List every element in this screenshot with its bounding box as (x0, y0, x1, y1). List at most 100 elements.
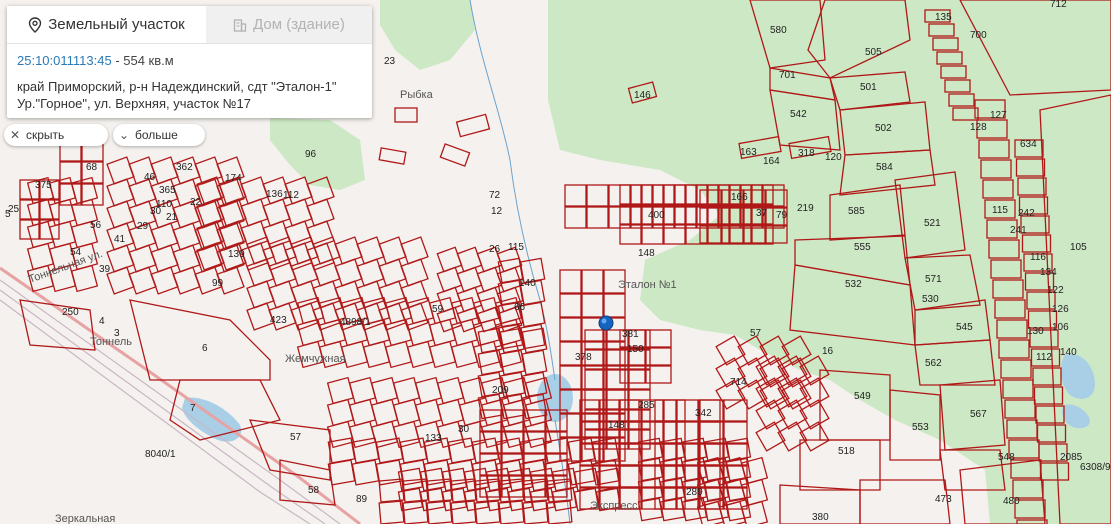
parcel-number-label: 59 (432, 304, 444, 315)
parcel-number-label: 242 (1018, 208, 1035, 219)
parcel-number-label: 530 (922, 294, 939, 305)
parcel-number-label: 120 (825, 152, 842, 163)
parcel-number-label: 89 (356, 494, 368, 505)
parcel-number-label: 136 (266, 189, 283, 200)
hide-button-label: скрыть (26, 128, 65, 142)
parcel-address: край Приморский, р-н Надеждинский, сдт "… (17, 78, 362, 112)
parcel-number-label: 99 (212, 278, 224, 289)
parcel-number-label: 72 (489, 190, 501, 201)
street-label-ekspress: Экспресс (590, 500, 638, 512)
parcel-number-label: 16 (822, 346, 834, 357)
parcel-number-label: 115 (992, 205, 1008, 216)
more-button-label: больше (135, 128, 178, 142)
parcel-number-label: 289 (686, 487, 703, 498)
parcel-number-label: 41 (114, 234, 126, 245)
parcel-number-label: 105 (1070, 242, 1087, 253)
parcel-number-label: 22 (190, 197, 202, 208)
parcel-number-label: 163 (740, 147, 757, 158)
parcel-number-label: 106 (1052, 322, 1069, 333)
parcel-number-label: 342 (695, 408, 712, 419)
parcel-number-label: 505 (865, 47, 882, 58)
parcel-number-label: 6 (202, 343, 208, 354)
parcel-number-label: 241 (1010, 225, 1027, 236)
parcel-number-label: 164 (763, 156, 780, 167)
parcel-number-label: 318 (798, 148, 815, 159)
street-label-zhemchuzhnaya: Жемчужная (285, 353, 346, 365)
building-icon (233, 18, 247, 32)
parcel-number-label: 96 (305, 149, 317, 160)
parcel-number-label: 545 (956, 322, 973, 333)
parcel-number-label: 25 (8, 204, 20, 215)
parcel-number-label: 126 (1052, 304, 1069, 315)
parcel-number-label: 6308/9 (1080, 462, 1111, 473)
parcel-number-label: 7 (190, 403, 196, 414)
parcel-number-label: 714 (730, 377, 747, 388)
parcel-number-label: 381 (622, 329, 639, 340)
parcel-summary: 25:10:011113:45 - 554 кв.м (17, 52, 362, 69)
parcel-number-label: 548 (998, 452, 1015, 463)
parcel-number-label: 285 (638, 400, 655, 411)
location-pin-icon[interactable] (598, 315, 614, 331)
parcel-number-label: 380 (812, 512, 829, 523)
parcel-number-label: 46 (144, 172, 156, 183)
parcel-number-label: 553 (912, 422, 929, 433)
parcel-number-label: 112 (1036, 352, 1052, 363)
parcel-number-label: 166 (731, 192, 748, 203)
parcel-number-label: 30 (458, 424, 470, 435)
parcel-number-label: 134 (1040, 267, 1057, 278)
parcel-number-label: 562 (925, 358, 942, 369)
parcel-number-label: 23 (384, 56, 396, 67)
place-label-etalon-1: Эталон №1 (618, 279, 677, 291)
parcel-number-label: 150 (627, 344, 644, 355)
parcel-number-label: 423 (270, 315, 287, 326)
parcel-number-label: 502 (875, 123, 892, 134)
chevron-down-icon: ⌄ (118, 128, 130, 142)
parcel-number-label: 127 (990, 110, 1007, 121)
parcel-number-label: 8040/1 (145, 449, 176, 460)
parcel-number-label: 634 (1020, 139, 1037, 150)
parcel-number-label: 580 (770, 25, 787, 36)
parcel-number-label: 66 (514, 302, 526, 313)
parcel-number-label: 139 (228, 249, 245, 260)
tab-house-building[interactable]: Дом (здание) (206, 6, 372, 43)
parcel-number-label: 140 (1060, 347, 1077, 358)
parcel-info-card: Земельный участок Дом (здание) 25:10:011… (7, 6, 372, 118)
parcel-number-label: 521 (924, 218, 941, 229)
more-button[interactable]: ⌄ больше (113, 124, 205, 146)
parcel-number-label: 57 (750, 328, 762, 339)
parcel-number-label: 250 (62, 307, 79, 318)
parcel-number-label: 501 (860, 82, 877, 93)
address-line-2: Ур."Горное", ул. Верхняя, участок №17 (17, 96, 251, 111)
map-pin-icon (29, 16, 42, 33)
parcel-number-label: 209 (492, 385, 509, 396)
parcel-number-label: 29 (137, 221, 149, 232)
parcel-number-label: 58 (308, 485, 320, 496)
parcel-number-label: 26 (489, 244, 501, 255)
parcel-number-label: 140 (519, 278, 536, 289)
parcel-number-label: 37 (756, 208, 768, 219)
parcel-number-label: 21 (166, 212, 178, 223)
tab-land-plot[interactable]: Земельный участок (7, 6, 206, 43)
parcel-number-label: 4 (99, 316, 105, 327)
parcel-number-label: 148 (608, 420, 625, 431)
parcel-number-label: 148 (638, 248, 655, 259)
parcel-number-label: 146 (634, 90, 651, 101)
parcel-number-label: 57 (290, 432, 302, 443)
parcel-number-label: 473 (935, 494, 952, 505)
parcel-number-label: 2085 (1060, 452, 1083, 463)
parcel-number-label: 39 (99, 264, 111, 275)
parcel-number-label: 362 (176, 162, 193, 173)
street-label-zerkalnaya: Зеркальная (55, 513, 115, 524)
parcel-number-label: 219 (797, 203, 814, 214)
cadastral-number-link[interactable]: 25:10:011113:45 (17, 53, 112, 68)
parcel-number-label: 130 (1027, 326, 1044, 337)
parcel-number-label: 584 (876, 162, 893, 173)
parcel-number-label: 133 (425, 433, 442, 444)
parcel-number-label: 122 (1047, 285, 1064, 296)
parcel-number-label: 79 (776, 210, 788, 221)
parcel-number-label: 518 (838, 446, 855, 457)
tab-land-plot-label: Земельный участок (48, 16, 185, 33)
parcel-number-label: 174 (225, 173, 242, 184)
parcel-number-label: 480 (1003, 496, 1020, 507)
hide-button[interactable]: ✕ скрыть (4, 124, 108, 146)
